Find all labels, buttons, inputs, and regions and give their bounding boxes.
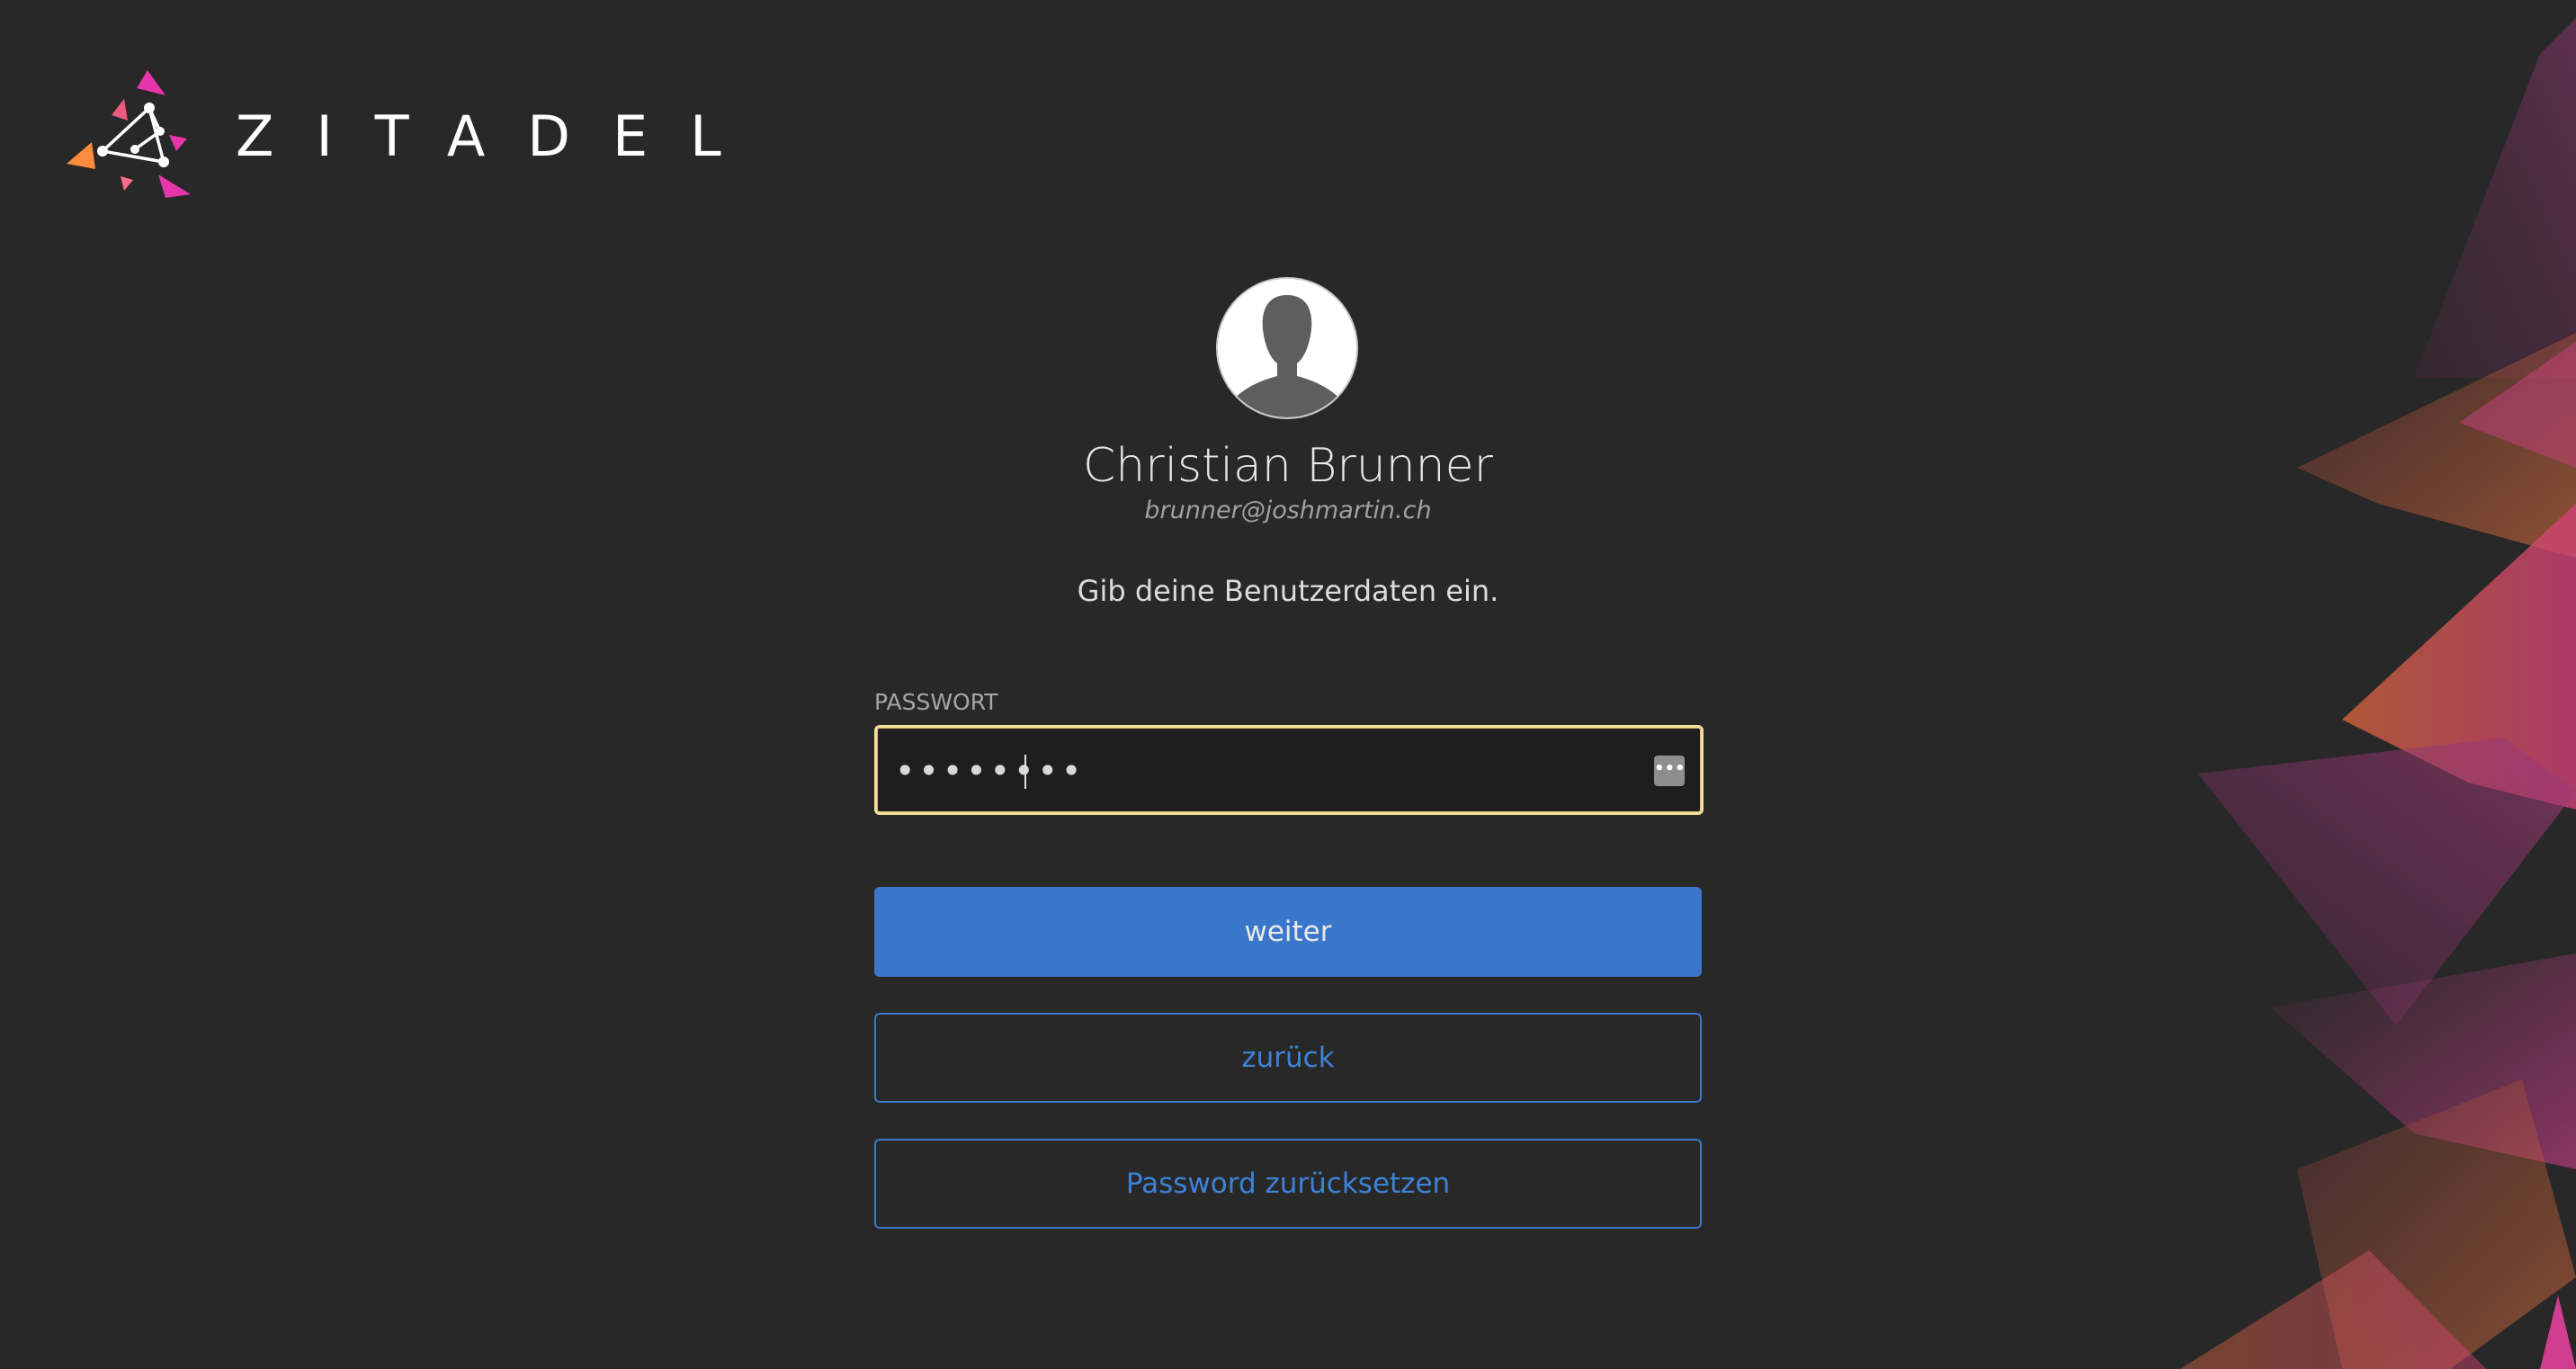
- password-input[interactable]: [893, 728, 1634, 814]
- user-display-name: Christian Brunner: [1082, 439, 1494, 493]
- password-manager-icon[interactable]: •••: [1654, 756, 1686, 786]
- user-avatar: [1216, 277, 1358, 419]
- background-art: [2180, 18, 2576, 1369]
- password-form: PASSWORT ••• weiter zurück Password zurü…: [874, 689, 1704, 1229]
- text-caret: [1024, 755, 1026, 789]
- zitadel-wordmark: ZITADEL: [236, 103, 764, 169]
- zitadel-logo-icon: [67, 70, 191, 198]
- reset-password-button[interactable]: Password zurücksetzen: [874, 1139, 1702, 1229]
- user-silhouette-icon: [1218, 279, 1356, 417]
- password-field-wrapper[interactable]: •••: [874, 725, 1704, 815]
- login-page: ZITADEL Christian Brunner brunner@joshma…: [0, 0, 2576, 1369]
- user-login-name: brunner@joshmartin.ch: [1144, 497, 1432, 524]
- login-instruction: Gib deine Benutzerdaten ein.: [1077, 574, 1499, 608]
- zitadel-logo[interactable]: ZITADEL: [65, 68, 764, 200]
- next-button[interactable]: weiter: [874, 887, 1702, 977]
- back-button[interactable]: zurück: [874, 1013, 1702, 1103]
- password-label: PASSWORT: [874, 689, 998, 715]
